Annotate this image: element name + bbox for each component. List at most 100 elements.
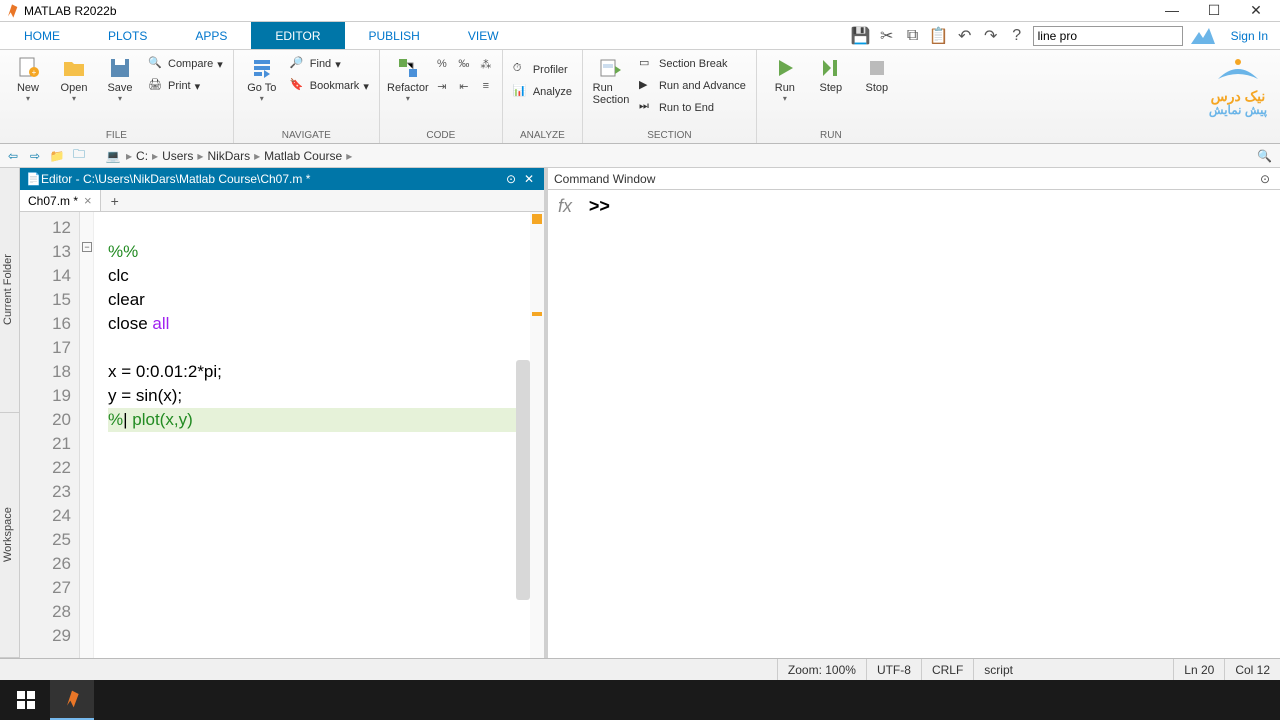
file-tab[interactable]: Ch07.m * ×	[20, 190, 101, 211]
address-bar: ⇦ ⇨ 📁 🗀 💻 ▸ C:▸ Users▸ NikDars▸ Matlab C…	[0, 144, 1280, 168]
status-col: Col 12	[1224, 659, 1280, 680]
compare-button[interactable]: 🔍Compare ▾	[144, 54, 227, 74]
group-code: CODE	[386, 130, 496, 143]
fx-icon[interactable]: fx	[558, 196, 572, 216]
tab-apps[interactable]: APPS	[171, 22, 251, 49]
run-to-end-button[interactable]: ⏭Run to End	[635, 98, 750, 118]
editor-doc-icon: 📄	[26, 172, 41, 186]
warning-marker[interactable]	[532, 312, 542, 316]
code-text[interactable]: %% clc clear close all x = 0:0.01:2*pi; …	[94, 212, 530, 658]
qa-help-icon[interactable]: ?	[1007, 26, 1027, 46]
command-window-actions-icon[interactable]: ⊙	[1256, 172, 1274, 186]
bookmark-button[interactable]: 🔖Bookmark ▾	[286, 76, 373, 96]
qa-copy-icon[interactable]: ⧉	[903, 26, 923, 46]
forward-icon[interactable]: ⇨	[26, 147, 44, 165]
wrap-comment-icon[interactable]: ⁂	[476, 54, 496, 74]
sidetab-workspace[interactable]: Workspace	[0, 413, 19, 658]
command-window-body[interactable]: fx >>	[548, 190, 1280, 658]
new-button[interactable]: +New▾	[6, 52, 50, 103]
run-section-button[interactable]: Run Section	[589, 52, 633, 106]
group-analyze: ANALYZE	[509, 130, 576, 143]
tab-plots[interactable]: PLOTS	[84, 22, 171, 49]
drive-icon: 💻	[104, 147, 122, 165]
smart-indent-icon[interactable]: ≡	[476, 76, 496, 96]
svg-text:+: +	[32, 68, 37, 77]
taskbar-matlab-icon[interactable]	[50, 680, 94, 720]
analyze-button[interactable]: 📊Analyze	[509, 82, 576, 102]
tab-publish[interactable]: PUBLISH	[345, 22, 444, 49]
editor-pane: 📄 Editor - C:\Users\NikDars\Matlab Cours…	[20, 168, 548, 658]
start-button[interactable]	[4, 680, 48, 720]
sidetab-current-folder[interactable]: Current Folder	[0, 168, 19, 413]
step-button[interactable]: Step	[809, 52, 853, 94]
refactor-button[interactable]: Refactor▾	[386, 52, 430, 103]
message-strip[interactable]	[530, 212, 544, 658]
fold-box-icon[interactable]: −	[82, 242, 92, 252]
sign-in-link[interactable]: Sign In	[1223, 29, 1276, 43]
ribbon: +New▾ Open▾ Save▾ 🔍Compare ▾ 🖨Print ▾ FI…	[0, 50, 1280, 144]
qa-cut-icon[interactable]: ✂	[877, 26, 897, 46]
status-bar: Zoom: 100% UTF-8 CRLF script Ln 20 Col 1…	[0, 658, 1280, 680]
group-run: RUN	[763, 130, 899, 143]
find-button[interactable]: 🔎Find ▾	[286, 54, 373, 74]
browse-icon[interactable]: 🗀	[70, 147, 88, 165]
outdent-icon[interactable]: ⇤	[454, 76, 474, 96]
path-c[interactable]: C:	[136, 149, 148, 163]
status-zoom[interactable]: Zoom: 100%	[777, 659, 866, 680]
goto-button[interactable]: Go To▾	[240, 52, 284, 103]
qa-redo-icon[interactable]: ↷	[981, 26, 1001, 46]
command-window-pane: Command Window ⊙ fx >>	[548, 168, 1280, 658]
status-file-type: script	[973, 659, 1173, 680]
status-encoding: UTF-8	[866, 659, 921, 680]
editor-close-icon[interactable]: ✕	[520, 172, 538, 186]
warning-summary-icon[interactable]	[532, 214, 542, 224]
windows-taskbar	[0, 680, 1280, 720]
path-course[interactable]: Matlab Course	[264, 149, 342, 163]
minimize-button[interactable]: —	[1160, 2, 1184, 19]
file-tab-close-icon[interactable]: ×	[84, 193, 92, 208]
qa-undo-icon[interactable]: ↶	[955, 26, 975, 46]
command-window-title: Command Window	[554, 172, 1256, 186]
run-advance-button[interactable]: ▶Run and Advance	[635, 76, 750, 96]
stop-button[interactable]: Stop	[855, 52, 899, 94]
section-break-button[interactable]: ▭Section Break	[635, 54, 750, 74]
qa-save-icon[interactable]: 💾	[851, 26, 871, 46]
file-tab-label: Ch07.m *	[28, 194, 78, 208]
titlebar: MATLAB R2022b — ☐ ✕	[0, 0, 1280, 22]
save-button[interactable]: Save▾	[98, 52, 142, 103]
command-window-header: Command Window ⊙	[548, 168, 1280, 190]
uncomment-icon[interactable]: ‰	[454, 54, 474, 74]
status-eol: CRLF	[921, 659, 973, 680]
tab-home[interactable]: HOME	[0, 22, 84, 49]
profiler-button[interactable]: ⏱Profiler	[509, 60, 576, 80]
print-button[interactable]: 🖨Print ▾	[144, 76, 227, 96]
editor-scrollbar[interactable]	[516, 360, 530, 600]
tab-view[interactable]: VIEW	[444, 22, 523, 49]
path-search-icon[interactable]: 🔍	[1257, 149, 1272, 163]
code-area[interactable]: 121314151617181920212223242526272829 − %…	[20, 212, 544, 658]
open-button[interactable]: Open▾	[52, 52, 96, 103]
editor-header: 📄 Editor - C:\Users\NikDars\Matlab Cours…	[20, 168, 544, 190]
path-nikdars[interactable]: NikDars	[207, 149, 250, 163]
watermark-logo: نیک درس پیش نمایش	[1208, 54, 1268, 117]
command-prompt: >>	[589, 196, 610, 216]
maximize-button[interactable]: ☐	[1202, 2, 1226, 19]
comment-icon[interactable]: %	[432, 54, 452, 74]
fold-column[interactable]: −	[80, 212, 94, 658]
search-input[interactable]	[1033, 26, 1183, 46]
qa-paste-icon[interactable]: 📋	[929, 26, 949, 46]
group-section: SECTION	[589, 130, 750, 143]
status-line: Ln 20	[1173, 659, 1224, 680]
group-navigate: NAVIGATE	[240, 130, 373, 143]
tab-editor[interactable]: EDITOR	[251, 22, 344, 49]
up-icon[interactable]: 📁	[48, 147, 66, 165]
close-button[interactable]: ✕	[1244, 2, 1268, 19]
tabstrip: HOME PLOTS APPS EDITOR PUBLISH VIEW 💾 ✂ …	[0, 22, 1280, 50]
editor-dock-icon[interactable]: ⊙	[502, 172, 520, 186]
new-tab-button[interactable]: +	[101, 193, 129, 209]
path-users[interactable]: Users	[162, 149, 193, 163]
matlab-logo-icon	[4, 3, 20, 19]
indent-icon[interactable]: ⇥	[432, 76, 452, 96]
run-button[interactable]: Run▾	[763, 52, 807, 103]
back-icon[interactable]: ⇦	[4, 147, 22, 165]
